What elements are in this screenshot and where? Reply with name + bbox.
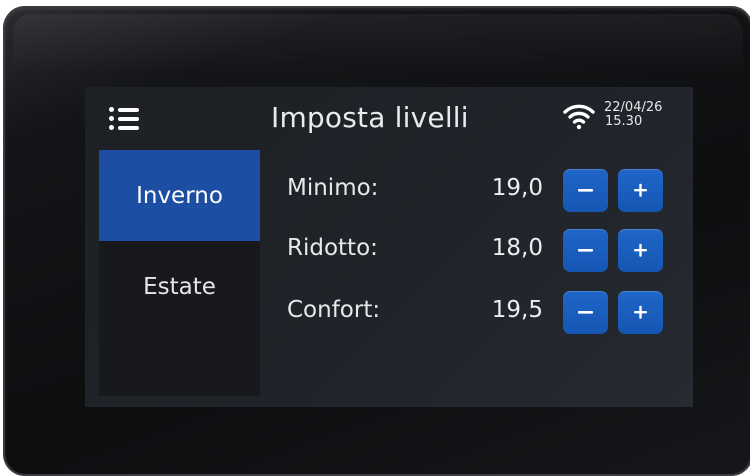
minus-icon	[578, 189, 593, 192]
increase-confort-button[interactable]	[618, 291, 663, 334]
level-row-confort: Confort: 19,5	[287, 289, 667, 335]
level-value: 19,0	[491, 175, 543, 201]
level-value: 18,0	[491, 235, 543, 261]
level-row-minimo: Minimo: 19,0	[287, 167, 667, 213]
level-label: Ridotto:	[287, 235, 378, 261]
sidebar-item-label: Inverno	[136, 182, 223, 209]
level-label: Minimo:	[287, 175, 379, 201]
increase-ridotto-button[interactable]	[618, 229, 663, 272]
plus-icon	[634, 243, 647, 257]
increase-minimo-button[interactable]	[618, 169, 663, 212]
minus-icon	[578, 249, 593, 252]
menu-list-icon[interactable]	[107, 104, 141, 132]
sidebar-item-label: Estate	[143, 274, 216, 300]
decrease-ridotto-button[interactable]	[563, 229, 608, 272]
sidebar-item-inverno[interactable]: Inverno	[99, 150, 260, 241]
page-title: Imposta livelli	[271, 101, 469, 134]
plus-icon	[634, 183, 647, 197]
level-value: 19,5	[491, 297, 543, 323]
level-label: Confort:	[287, 297, 381, 323]
status-date: 22/04/26	[604, 100, 663, 115]
status-time: 15.30	[605, 114, 643, 129]
decrease-minimo-button[interactable]	[563, 169, 608, 212]
status-datetime: 22/04/26 15.30	[604, 101, 662, 129]
bezel-highlight	[13, 14, 743, 74]
level-row-ridotto: Ridotto: 18,0	[287, 227, 667, 273]
sidebar-item-estate[interactable]: Estate	[99, 241, 260, 332]
plus-icon	[634, 305, 647, 319]
touch-screen: Imposta livelli 22/04/26 15.30 Inverno E…	[85, 87, 693, 407]
minus-icon	[578, 311, 593, 314]
season-sidebar: Inverno Estate	[99, 150, 260, 396]
wifi-icon	[563, 104, 595, 130]
device-bezel: Imposta livelli 22/04/26 15.30 Inverno E…	[3, 6, 750, 476]
decrease-confort-button[interactable]	[563, 291, 608, 334]
